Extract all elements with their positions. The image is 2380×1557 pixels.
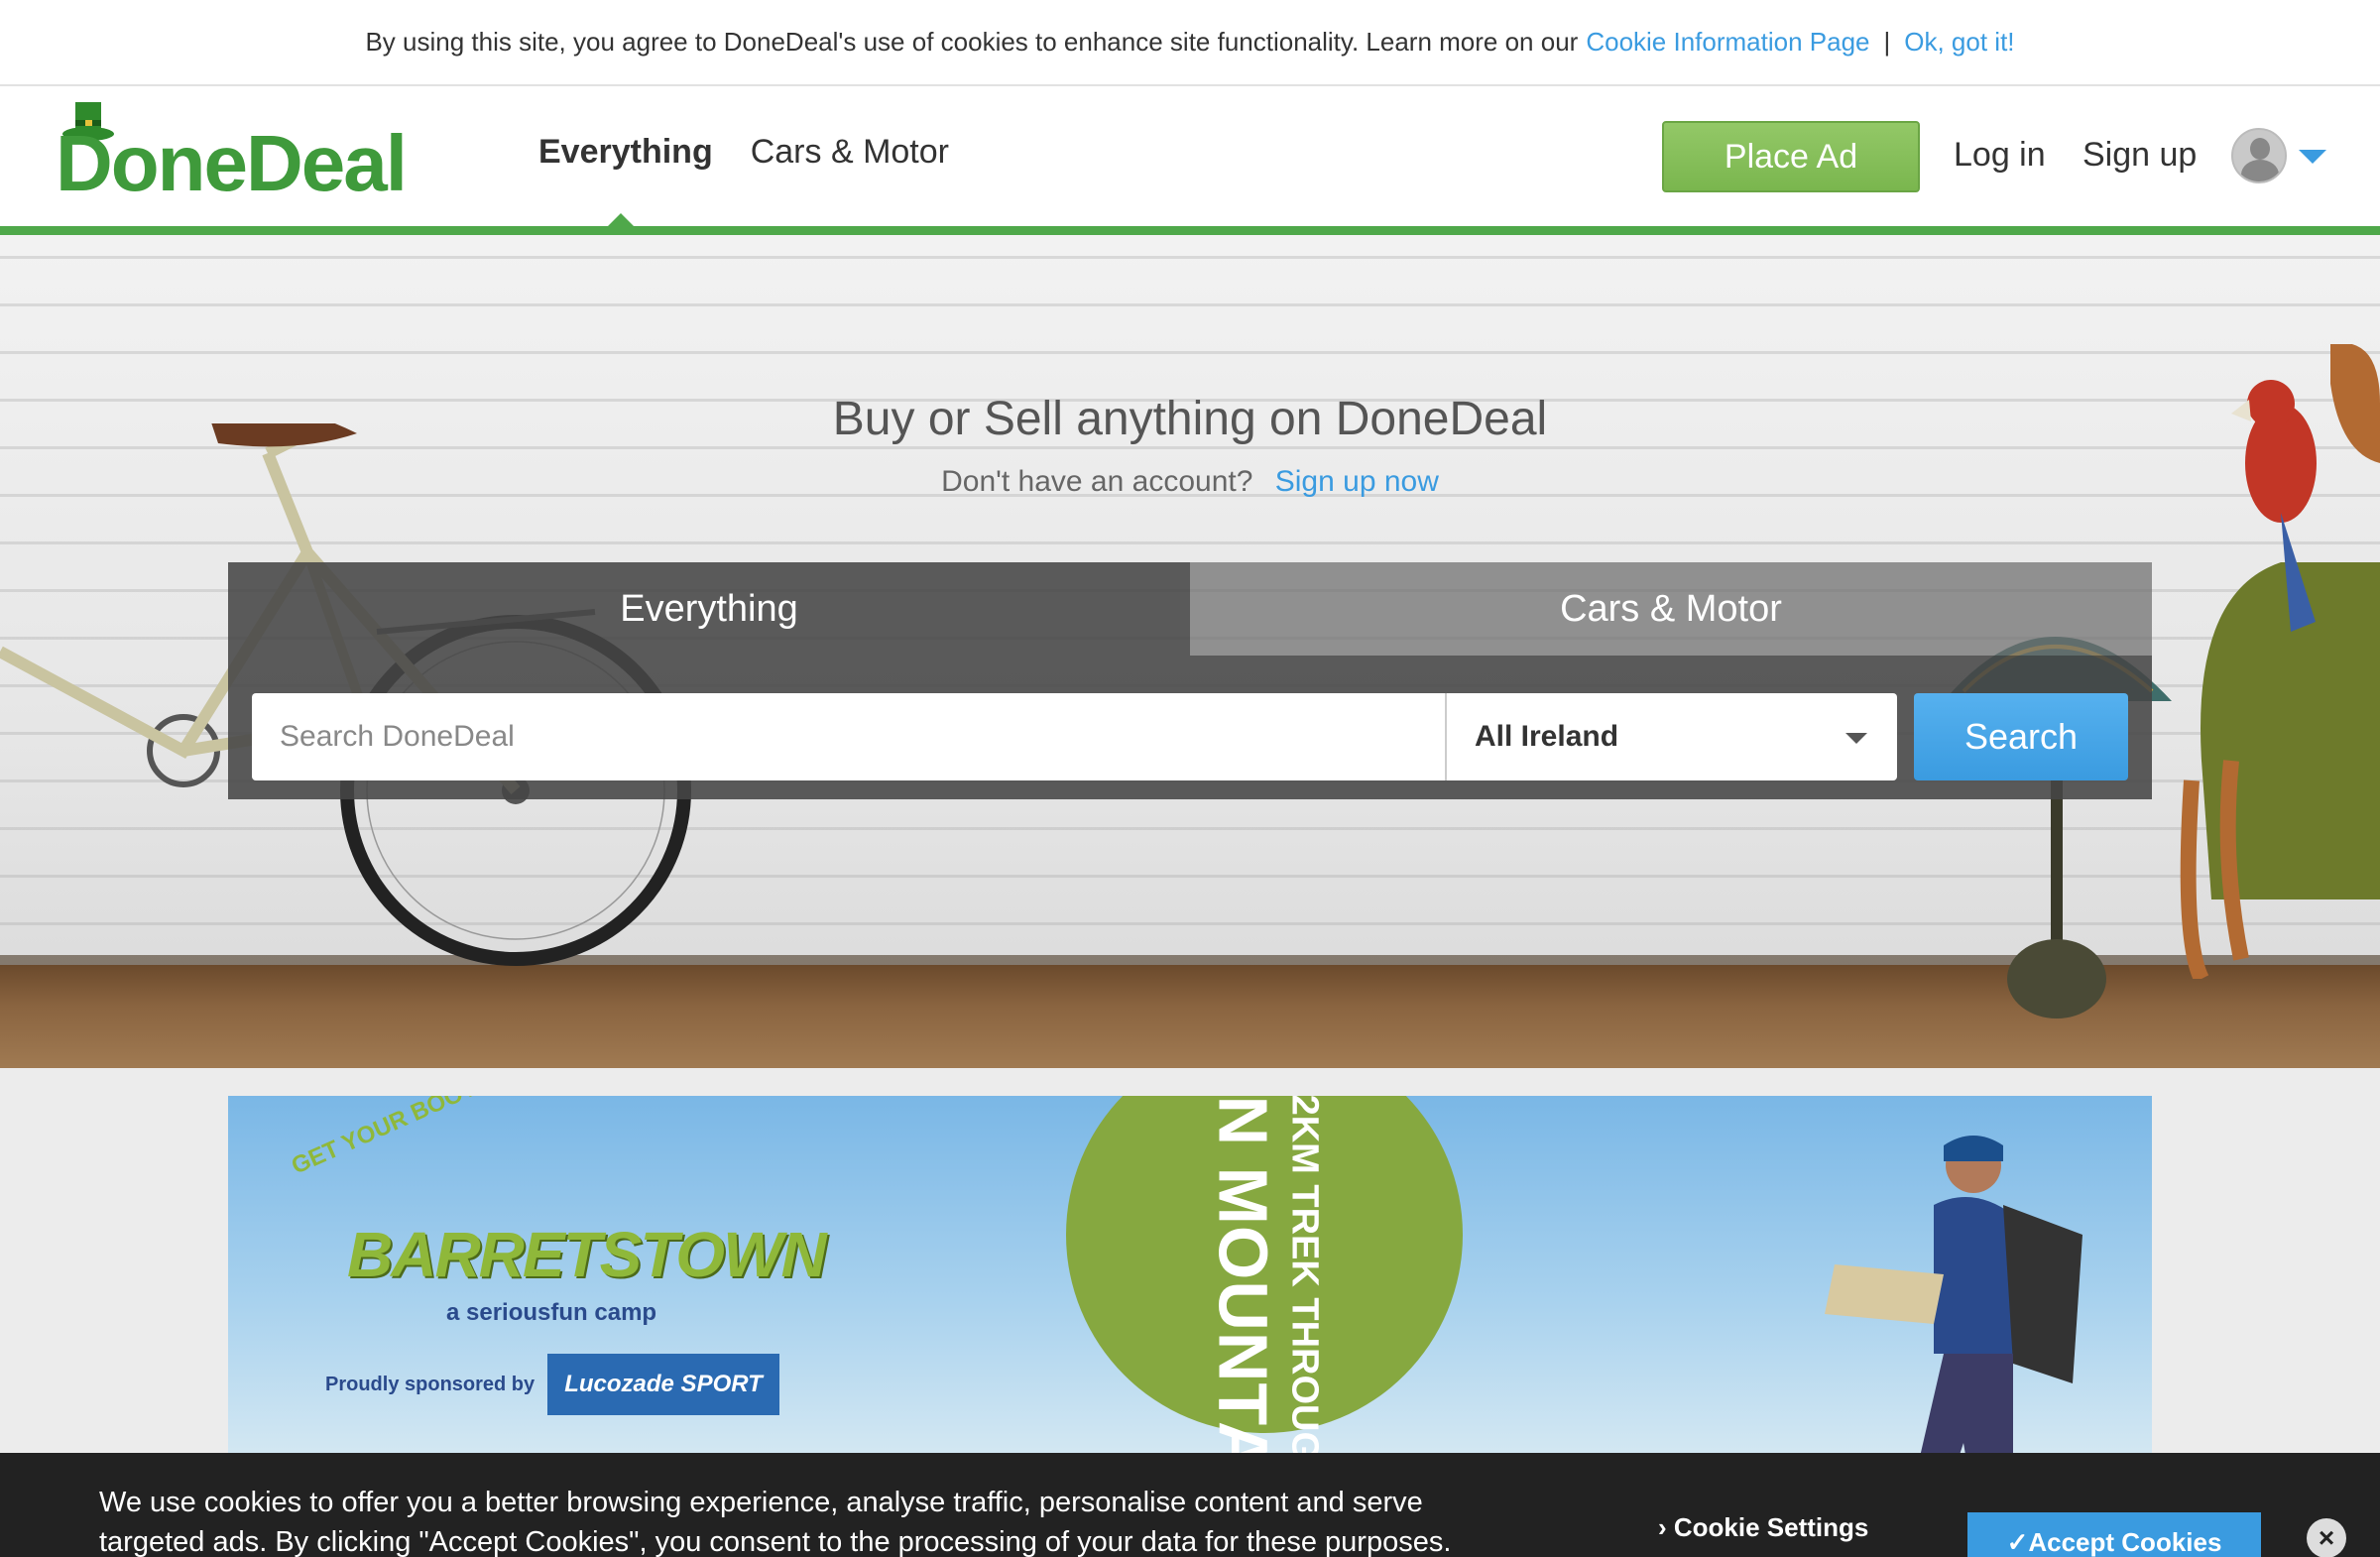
search-input[interactable] — [252, 693, 1445, 780]
checkmark-icon: ✓ — [2006, 1526, 2029, 1557]
sponsor-logo: Lucozade SPORT — [547, 1354, 779, 1415]
place-ad-button[interactable]: Place Ad — [1662, 121, 1920, 192]
search-panel: Everything Cars & Motor All Ireland Sear… — [228, 562, 2152, 1048]
donedeal-logo[interactable]: DoneDeal — [56, 98, 408, 207]
cookie-notice-separator: | — [1883, 27, 1891, 57]
cookie-ok-link[interactable]: Ok, got it! — [1904, 27, 2014, 58]
banner-camp-name: BARRETSTOWN — [347, 1219, 827, 1290]
cookie-settings-button[interactable]: › Cookie Settings — [1658, 1512, 1868, 1543]
search-box: All Ireland Search — [228, 656, 2152, 799]
close-icon[interactable]: × — [2307, 1518, 2346, 1557]
main-nav: Everything Cars & Motor — [538, 133, 949, 172]
hero-subtitle: Don't have an account? Sign up now — [0, 465, 2380, 499]
hero-title: Buy or Sell anything on DoneDeal — [832, 393, 1548, 445]
chevron-down-icon[interactable] — [2299, 150, 2326, 164]
site-header: DoneDeal Everything Cars & Motor Place A… — [0, 86, 2380, 235]
search-button[interactable]: Search — [1914, 693, 2128, 780]
banner-sponsored-text: Proudly sponsored by — [325, 1374, 536, 1395]
location-select[interactable]: All Ireland — [1445, 693, 1897, 780]
banner-top-line: GET YOUR BOOTS ON FOR... — [288, 1096, 604, 1180]
chevron-right-icon: › — [1658, 1512, 1674, 1542]
login-link[interactable]: Log in — [1954, 136, 2046, 175]
dropdown-caret-icon — [1845, 733, 1867, 744]
cookie-consent-message: We use cookies to offer you a better bro… — [99, 1487, 1452, 1557]
signup-now-link[interactable]: Sign up now — [1275, 465, 1439, 498]
cookie-consent-bar: We use cookies to offer you a better bro… — [0, 1453, 2380, 1557]
tab-everything[interactable]: Everything — [228, 562, 1190, 656]
signup-link[interactable]: Sign up — [2082, 136, 2197, 175]
hero-section: Buy or Sell anything on DoneDeal Don't h… — [0, 235, 2380, 1068]
cookie-notice-text: By using this site, you agree to DoneDea… — [365, 27, 1579, 57]
accept-cookies-button[interactable]: ✓ Accept Cookies — [1967, 1512, 2261, 1557]
nav-cars-motor[interactable]: Cars & Motor — [751, 133, 949, 172]
cookie-notice-strip: By using this site, you agree to DoneDea… — [0, 0, 2380, 86]
nav-everything[interactable]: Everything — [538, 133, 713, 172]
hero-subtitle-text: Don't have an account? — [941, 465, 1253, 498]
location-value: All Ireland — [1475, 720, 1619, 753]
tab-cars-motor[interactable]: Cars & Motor — [1190, 562, 2152, 656]
user-avatar-icon[interactable] — [2231, 128, 2287, 183]
banner-tagline: a seriousfun camp — [446, 1299, 657, 1326]
active-nav-pointer — [601, 213, 641, 233]
cookie-info-link[interactable]: Cookie Information Page — [1586, 27, 1869, 58]
logo-wordmark: DoneDeal — [56, 119, 408, 207]
